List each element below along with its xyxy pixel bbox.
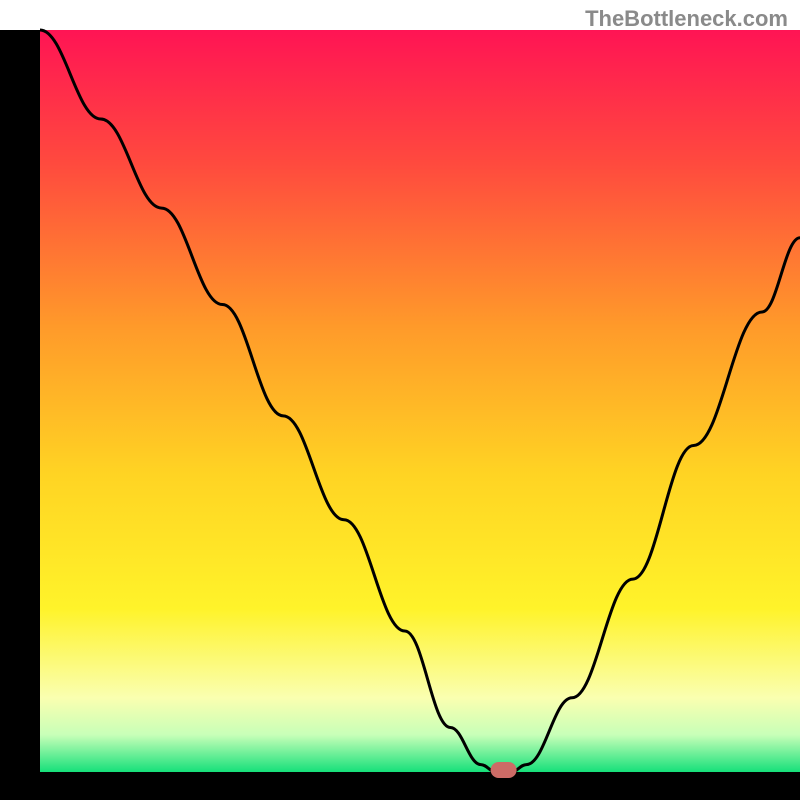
- bottleneck-chart: [0, 0, 800, 800]
- left-axis-band: [0, 30, 40, 772]
- gradient-background: [40, 30, 800, 772]
- chart-container: TheBottleneck.com: [0, 0, 800, 800]
- optimum-marker: [491, 762, 517, 778]
- bottom-axis-band: [0, 772, 800, 800]
- watermark-text: TheBottleneck.com: [585, 6, 788, 32]
